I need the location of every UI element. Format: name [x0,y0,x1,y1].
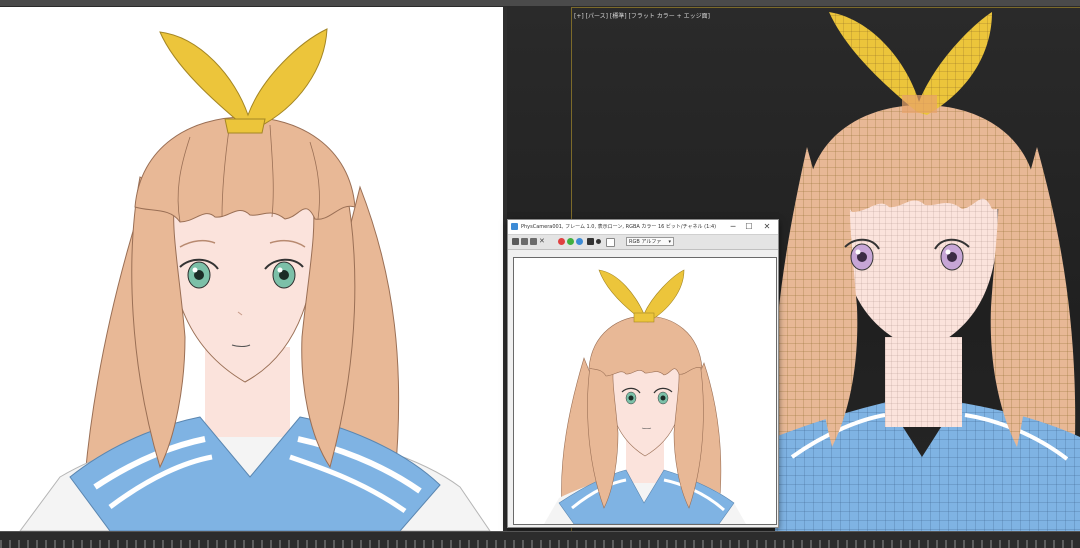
time-slider-ticks[interactable] [0,540,1080,548]
ribbon [159,28,328,130]
minimize-button[interactable]: ─ [726,221,740,232]
save-icon[interactable] [512,238,519,245]
app-window: [+] [パース] [標準] [フラット カラー + エッジ面] PhysCam… [0,0,1080,548]
maximize-button[interactable]: ☐ [742,221,756,232]
frame-buffer-title: PhysCamera001, フレーム 1.0, 表示ローン, RGBA カラー… [521,224,717,230]
alpha-channel-icon[interactable] [587,238,594,245]
red-channel-icon[interactable] [558,238,565,245]
close-button[interactable]: ✕ [760,221,774,232]
app-icon [511,223,518,230]
frame-buffer-canvas[interactable] [513,257,777,525]
frame-buffer-toolbar: ✕ RGB アルファ ▾ [508,235,778,250]
render-viewport-left[interactable] [0,7,503,531]
face [168,206,317,383]
render-illustration [19,28,491,531]
channel-dropdown[interactable]: RGB アルファ ▾ [626,237,674,246]
chevron-down-icon: ▾ [668,239,671,245]
clear-icon[interactable]: ✕ [539,238,546,245]
copy-icon[interactable] [521,238,528,245]
frame-buffer-window[interactable]: PhysCamera001, フレーム 1.0, 表示ローン, RGBA カラー… [507,219,779,528]
frame-buffer-render [544,269,746,524]
top-toolbar-strip [0,0,1080,7]
blue-channel-icon[interactable] [576,238,583,245]
swatch-icon[interactable] [606,238,615,247]
frame-buffer-titlebar[interactable]: PhysCamera001, フレーム 1.0, 表示ローン, RGBA カラー… [508,220,778,235]
clone-icon[interactable] [530,238,537,245]
green-channel-icon[interactable] [567,238,574,245]
mono-icon[interactable] [596,239,601,244]
channel-dropdown-value: RGB アルファ [629,239,662,245]
